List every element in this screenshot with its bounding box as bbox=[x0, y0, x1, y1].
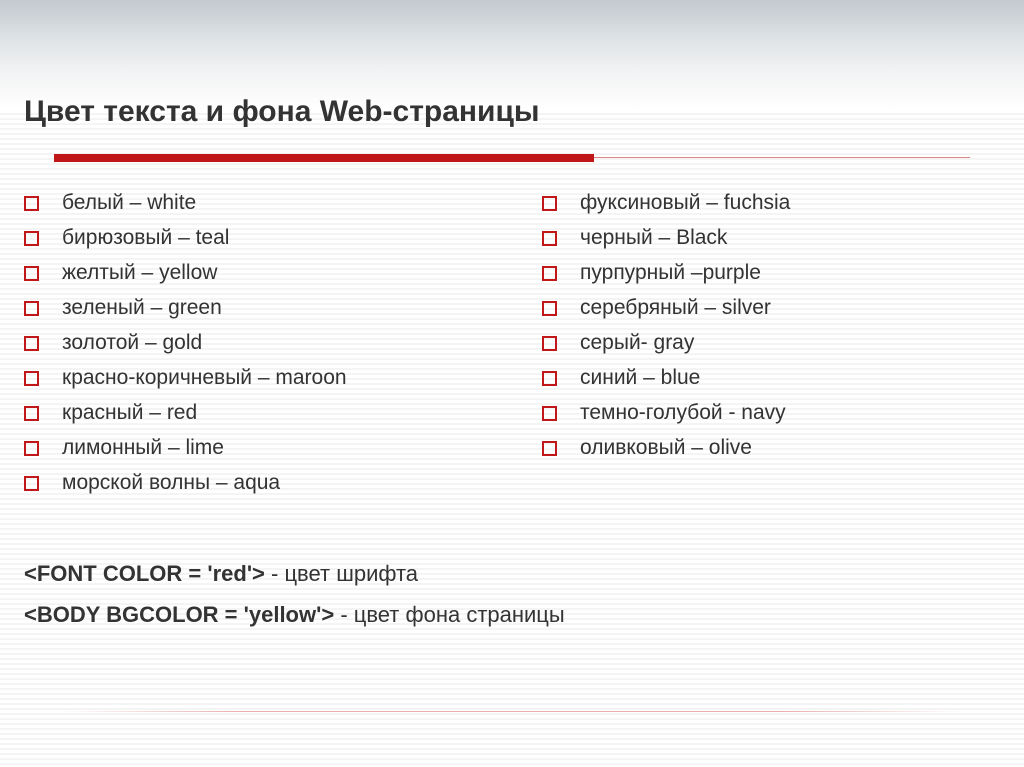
list-item-label: лимонный – lime bbox=[62, 436, 224, 460]
square-bullet-icon bbox=[24, 231, 39, 246]
list-item-label: черный – Black bbox=[580, 226, 727, 250]
list-item: черный – Black bbox=[542, 226, 972, 250]
square-bullet-icon bbox=[542, 336, 557, 351]
list-item: красный – red bbox=[24, 401, 522, 425]
list-item-label: бирюзовый – teal bbox=[62, 226, 229, 250]
font-code: <FONT COLOR = 'red'> bbox=[24, 561, 265, 586]
square-bullet-icon bbox=[24, 196, 39, 211]
list-item: белый – white bbox=[24, 191, 522, 215]
list-item: зеленый – green bbox=[24, 296, 522, 320]
list-item: темно-голубой - navy bbox=[542, 401, 972, 425]
list-item: пурпурный –purple bbox=[542, 261, 972, 285]
left-column: белый – white бирюзовый – teal желтый – ye… bbox=[24, 191, 522, 506]
list-item-label: белый – white bbox=[62, 191, 196, 215]
list-item: лимонный – lime bbox=[24, 436, 522, 460]
list-item-label: зеленый – green bbox=[62, 296, 222, 320]
list-item-label: красно-коричневый – maroon bbox=[62, 366, 347, 390]
bottom-rule bbox=[60, 711, 964, 712]
list-item-label: синий – blue bbox=[580, 366, 700, 390]
list-item-label: фуксиновый – fuchsia bbox=[580, 191, 790, 215]
list-item-label: желтый – yellow bbox=[62, 261, 217, 285]
rule-thick bbox=[54, 154, 594, 162]
list-item-label: оливковый – olive bbox=[580, 436, 752, 460]
list-item-label: пурпурный –purple bbox=[580, 261, 761, 285]
square-bullet-icon bbox=[24, 336, 39, 351]
square-bullet-icon bbox=[24, 301, 39, 316]
square-bullet-icon bbox=[542, 196, 557, 211]
square-bullet-icon bbox=[24, 406, 39, 421]
list-item: золотой – gold bbox=[24, 331, 522, 355]
list-item: серебряный – silver bbox=[542, 296, 972, 320]
square-bullet-icon bbox=[24, 371, 39, 386]
list-item-label: серый- gray bbox=[580, 331, 694, 355]
list-item-label: морской волны – aqua bbox=[62, 471, 280, 495]
list-item: желтый – yellow bbox=[24, 261, 522, 285]
slide-title: Цвет текста и фона Web-страницы bbox=[24, 95, 1000, 129]
list-item: синий – blue bbox=[542, 366, 972, 390]
list-item: оливковый – olive bbox=[542, 436, 972, 460]
body-code: <BODY BGCOLOR = 'yellow'> bbox=[24, 602, 334, 627]
list-item: бирюзовый – teal bbox=[24, 226, 522, 250]
content-area: Цвет текста и фона Web-страницы белый – … bbox=[0, 0, 1024, 635]
square-bullet-icon bbox=[24, 476, 39, 491]
list-item: морской волны – aqua bbox=[24, 471, 522, 495]
square-bullet-icon bbox=[542, 231, 557, 246]
list-item-label: темно-голубой - navy bbox=[580, 401, 786, 425]
columns: белый – white бирюзовый – teal желтый – ye… bbox=[24, 191, 1000, 506]
square-bullet-icon bbox=[24, 441, 39, 456]
list-item-label: серебряный – silver bbox=[580, 296, 771, 320]
right-column: фуксиновый – fuchsia черный – Black пурпур… bbox=[542, 191, 972, 506]
example-font: <FONT COLOR = 'red'> - цвет шрифта bbox=[24, 554, 1000, 595]
font-desc: - цвет шрифта bbox=[265, 561, 418, 586]
slide: Цвет текста и фона Web-страницы белый – … bbox=[0, 0, 1024, 767]
list-item: фуксиновый – fuchsia bbox=[542, 191, 972, 215]
list-item-label: красный – red bbox=[62, 401, 197, 425]
square-bullet-icon bbox=[542, 371, 557, 386]
title-rule bbox=[24, 153, 1000, 163]
square-bullet-icon bbox=[542, 266, 557, 281]
square-bullet-icon bbox=[542, 441, 557, 456]
code-examples: <FONT COLOR = 'red'> - цвет шрифта <BODY… bbox=[24, 554, 1000, 635]
list-item: серый- gray bbox=[542, 331, 972, 355]
square-bullet-icon bbox=[24, 266, 39, 281]
example-body: <BODY BGCOLOR = 'yellow'> - цвет фона ст… bbox=[24, 595, 1000, 636]
body-desc: - цвет фона страницы bbox=[334, 602, 565, 627]
list-item-label: золотой – gold bbox=[62, 331, 202, 355]
square-bullet-icon bbox=[542, 406, 557, 421]
square-bullet-icon bbox=[542, 301, 557, 316]
list-item: красно-коричневый – maroon bbox=[24, 366, 522, 390]
